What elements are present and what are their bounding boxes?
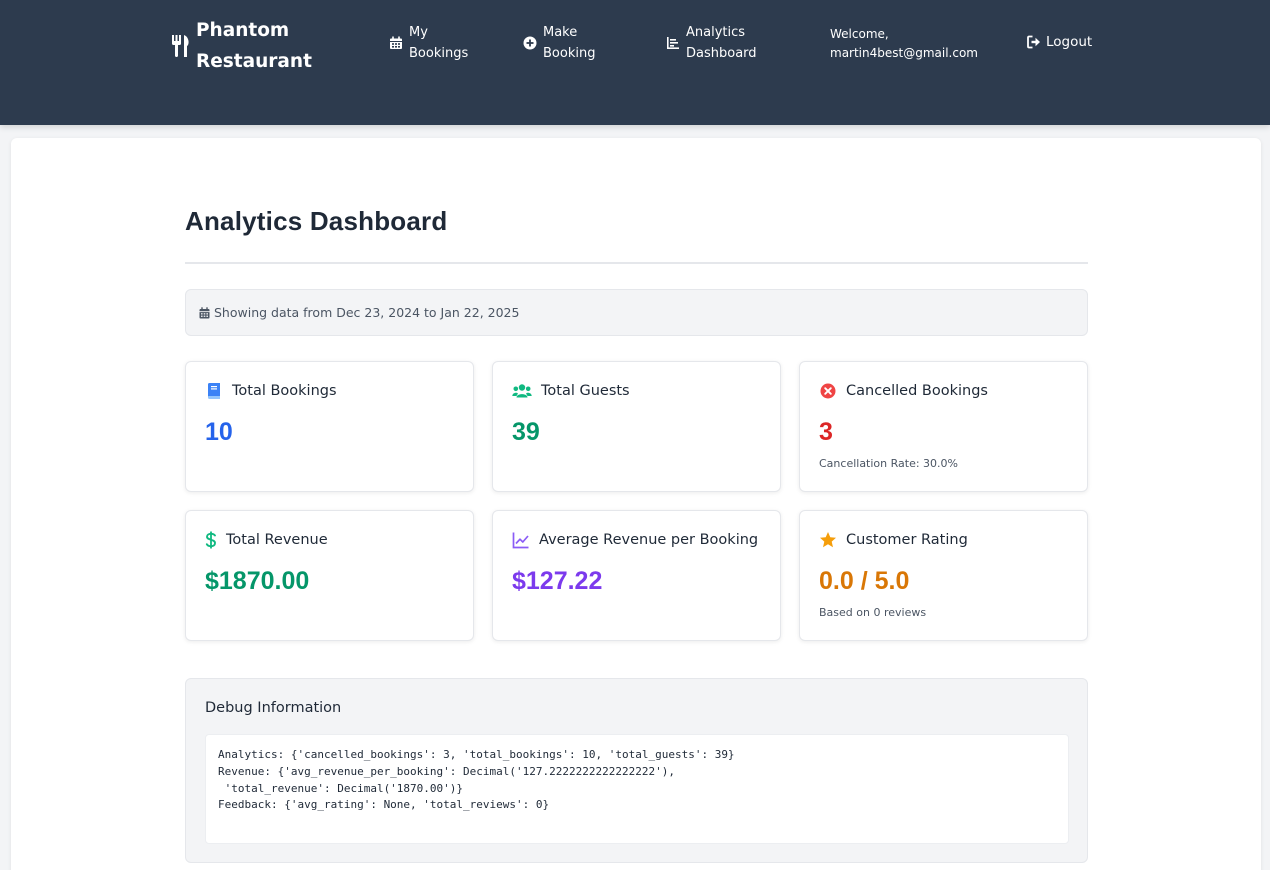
logout-icon (1027, 35, 1040, 49)
card-label: Total Revenue (226, 532, 328, 548)
card-label: Total Guests (541, 383, 630, 399)
card-header: Cancelled Bookings (819, 382, 988, 400)
card-header: Total Bookings (205, 382, 337, 400)
book-icon (208, 383, 220, 399)
date-range-banner: Showing data from Dec 23, 2024 to Jan 22… (185, 289, 1088, 336)
cancellation-rate: Cancellation Rate: 30.0% (819, 457, 958, 470)
brand-name: Phantom Restaurant (196, 15, 312, 77)
debug-line: 'total_revenue': Decimal('1870.00')} (218, 781, 464, 795)
card-header: Customer Rating (819, 531, 968, 549)
dollar-icon (205, 531, 216, 549)
title-divider (185, 262, 1088, 264)
nav-make-booking-line-1: Make (543, 25, 578, 40)
total-revenue-value: $1870.00 (205, 567, 310, 595)
debug-title: Debug Information (205, 700, 342, 716)
brand-line-2: Restaurant (196, 51, 312, 72)
nav-analytics-dashboard[interactable]: Analytics Dashboard (666, 23, 757, 64)
user-email: martin4best@gmail.com (830, 46, 978, 60)
date-range-text: Showing data from Dec 23, 2024 to Jan 22… (214, 305, 520, 320)
nav-analytics-line-2: Dashboard (686, 45, 757, 61)
users-icon (512, 384, 532, 398)
debug-line: Feedback: {'avg_rating': None, 'total_re… (218, 798, 550, 812)
page-title: Analytics Dashboard (185, 206, 448, 236)
stat-card-cancelled-bookings: Cancelled Bookings 3 Cancellation Rate: … (799, 361, 1088, 492)
card-header: Total Revenue (205, 531, 328, 549)
nav-my-bookings-line-1: My (409, 25, 428, 40)
star-icon (820, 532, 836, 548)
review-count: Based on 0 reviews (819, 606, 927, 619)
card-label: Customer Rating (846, 532, 968, 548)
total-guests-value: 39 (512, 418, 540, 446)
card-label: Total Bookings (232, 383, 337, 399)
logout-label: Logout (1046, 34, 1093, 50)
debug-output: Analytics: {'cancelled_bookings': 3, 'to… (205, 734, 1069, 844)
card-label: Average Revenue per Booking (539, 532, 759, 548)
logout-button[interactable]: Logout (1027, 34, 1092, 50)
debug-line: Analytics: {'cancelled_bookings': 3, 'to… (218, 748, 735, 761)
bar-chart-icon (667, 37, 679, 49)
calendar-icon (390, 36, 402, 49)
plus-circle-icon (523, 36, 537, 50)
total-bookings-value: 10 (205, 418, 233, 446)
top-navbar: Phantom Restaurant My Bookings Make Book… (0, 0, 1270, 125)
customer-rating-value: 0.0 / 5.0 (819, 567, 910, 595)
card-header: Average Revenue per Booking (512, 531, 758, 549)
welcome-label: Welcome, (830, 27, 889, 41)
line-chart-icon (512, 532, 529, 549)
stat-card-average-revenue: Average Revenue per Booking $127.22 (492, 510, 781, 641)
debug-line: Revenue: {'avg_revenue_per_booking': Dec… (218, 764, 675, 778)
stat-card-customer-rating: Customer Rating 0.0 / 5.0 Based on 0 rev… (799, 510, 1088, 641)
calendar-icon (199, 306, 210, 318)
nav-my-bookings[interactable]: My Bookings (389, 23, 468, 64)
nav-analytics-line-1: Analytics (686, 25, 746, 40)
card-label: Cancelled Bookings (846, 383, 988, 399)
brand-link[interactable]: Phantom Restaurant (171, 15, 312, 77)
debug-information-panel: Debug Information Analytics: {'cancelled… (185, 678, 1088, 863)
card-header: Total Guests (512, 382, 630, 400)
stat-card-total-revenue: Total Revenue $1870.00 (185, 510, 474, 641)
cancelled-bookings-value: 3 (819, 418, 833, 446)
stat-card-total-guests: Total Guests 39 (492, 361, 781, 492)
welcome-text: Welcome, martin4best@gmail.com (830, 25, 978, 63)
stat-card-total-bookings: Total Bookings 10 (185, 361, 474, 492)
nav-my-bookings-line-2: Bookings (409, 45, 469, 61)
x-circle-icon (820, 383, 836, 399)
average-revenue-value: $127.22 (512, 567, 603, 595)
nav-make-booking[interactable]: Make Booking (523, 23, 595, 64)
brand-line-1: Phantom (196, 20, 290, 41)
utensils-icon (172, 35, 189, 57)
nav-make-booking-line-2: Booking (543, 45, 596, 61)
